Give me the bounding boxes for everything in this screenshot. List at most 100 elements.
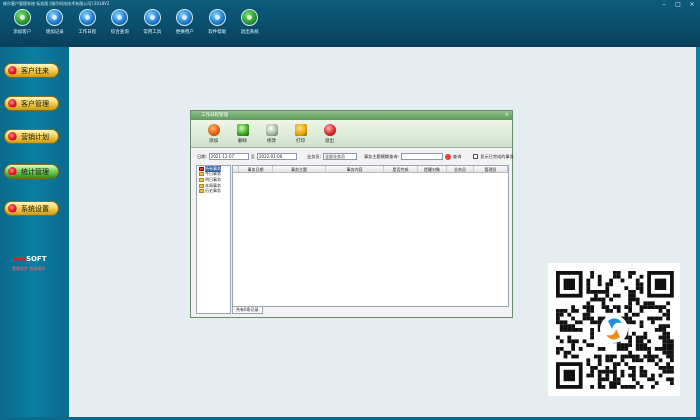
toolbar-label: 添加客户: [13, 30, 32, 35]
column-header[interactable]: 事务日期: [239, 166, 273, 172]
folder-icon: [199, 177, 204, 182]
search-button[interactable]: 查询: [453, 154, 461, 160]
search-icon[interactable]: [444, 153, 451, 160]
bullet-icon: [8, 66, 17, 75]
sidebar-item-customer-management[interactable]: 客户管理: [4, 96, 59, 111]
dialog-titlebar[interactable]: 工作日程管理 ×: [191, 111, 512, 120]
help-icon: [208, 9, 226, 26]
delete-icon: [236, 124, 249, 136]
sidebar-item-system-settings[interactable]: 系统设置: [4, 201, 59, 216]
button-label: 删除: [238, 139, 247, 144]
tree-item-history[interactable]: 历史事务: [197, 188, 230, 194]
folder-icon: [199, 189, 204, 194]
exit-icon: [241, 9, 259, 26]
sidebar-item-label: 系统设置: [21, 204, 49, 213]
button-label: 退出: [325, 139, 334, 144]
bullet-icon: [8, 132, 17, 141]
sidebar-item-customer-contact[interactable]: 客户往来: [4, 63, 59, 78]
add-button[interactable]: 添加: [199, 120, 228, 147]
exit-button[interactable]: 退出: [315, 120, 344, 147]
tree-item-label: 历史事务: [205, 188, 221, 194]
subject-label: 事务主题模糊查询:: [363, 153, 399, 159]
toolbar-label: 退出系统: [240, 30, 259, 35]
date-from-input[interactable]: 2021-12-07: [208, 153, 249, 160]
subject-search-input[interactable]: [400, 153, 443, 160]
print-button[interactable]: 打印: [286, 120, 315, 147]
maximize-button[interactable]: □: [672, 0, 684, 9]
dialog-toolbar: 添加 删除 修改 打印 退出: [191, 120, 512, 148]
folder-icon: [199, 172, 204, 177]
toolbar-label: 软件帮助: [208, 30, 227, 35]
tools-icon: [143, 9, 161, 26]
sidebar-item-label: 营销计划: [21, 132, 49, 141]
owner-label: 业务员:: [307, 153, 321, 159]
column-header[interactable]: 提醒对象: [418, 166, 447, 172]
toolbar-label: 常用工具: [143, 30, 162, 35]
column-header[interactable]: 业务员: [447, 166, 474, 172]
sidebar-item-label: 客户管理: [21, 99, 49, 108]
table-header: 事务日期 事务主题 事务内容 是否完成 提醒对象 业务员 管理员: [233, 166, 508, 173]
show-done-checkbox[interactable]: [473, 154, 479, 159]
toolbar-label: 综合查询: [110, 30, 129, 35]
filter-row: 日期: 2021-12-07 至 2022-01-06 业务员: 全部业务员 事…: [197, 152, 514, 161]
toolbar-switch-user[interactable]: 更换用户: [169, 9, 202, 35]
exit-icon: [323, 124, 336, 136]
brand-logo: wwSOFT: [13, 255, 47, 263]
sidebar-item-statistics[interactable]: 统计管理: [4, 164, 59, 179]
column-header[interactable]: 事务内容: [326, 166, 384, 172]
toolbar-label: 更换用户: [175, 30, 194, 35]
bullet-icon: [8, 167, 17, 176]
button-label: 添加: [209, 139, 218, 144]
table-footer: 共有0条记录: [232, 307, 509, 314]
owner-select[interactable]: 全部业务员: [322, 153, 357, 160]
toolbar-query[interactable]: 综合查询: [104, 9, 137, 35]
toolbar-exit[interactable]: 退出系统: [234, 9, 267, 35]
dialog-close-button[interactable]: ×: [505, 111, 509, 120]
app-title: 维尔客户管理系统 标准版 [维尔科技技术有限公司] 2018V2: [3, 1, 110, 6]
qr-code: [548, 263, 680, 396]
logo-prefix: ww: [13, 255, 26, 263]
toolbar-schedule[interactable]: 工作日程: [71, 9, 104, 35]
right-edge: [696, 47, 700, 420]
record-count: 共有0条记录: [232, 307, 263, 314]
date-label: 日期:: [197, 153, 207, 159]
category-tree: 所有事务 今日事务 明日事务 本周事务 历史事务: [196, 165, 231, 314]
qr-code-image: [548, 263, 680, 396]
close-button[interactable]: ×: [686, 0, 698, 9]
main-toolbar: 添加客户 增加记录 工作日程 综合查询 常用工具 更换用户 软件帮助 退出系统: [6, 9, 266, 35]
sidebar: 客户往来 客户管理 营销计划 统计管理 系统设置 wwSOFT 管理软件 首选维…: [0, 47, 69, 420]
toolbar-add-record[interactable]: 增加记录: [39, 9, 72, 35]
app-header: 维尔客户管理系统 标准版 [维尔科技技术有限公司] 2018V2 – □ × 添…: [0, 0, 700, 47]
toolbar-tools[interactable]: 常用工具: [136, 9, 169, 35]
brand-slogan: 管理软件 首选维尔: [12, 266, 46, 271]
delete-button[interactable]: 删除: [228, 120, 257, 147]
toolbar-label: 增加记录: [45, 30, 64, 35]
column-header[interactable]: 管理员: [474, 166, 508, 172]
print-icon: [294, 124, 307, 136]
dialog-title: 工作日程管理: [201, 113, 228, 118]
edit-button[interactable]: 修改: [257, 120, 286, 147]
date-to-input[interactable]: 2022-01-06: [257, 153, 297, 160]
button-label: 打印: [296, 139, 305, 144]
toolbar-help[interactable]: 软件帮助: [201, 9, 234, 35]
add-record-icon: [46, 9, 64, 26]
bullet-icon: [8, 204, 17, 213]
toolbar-label: 工作日程: [78, 30, 97, 35]
to-label: 至: [250, 153, 255, 159]
bullet-icon: [8, 99, 17, 108]
column-header[interactable]: 事务主题: [273, 166, 326, 172]
button-label: 修改: [267, 139, 276, 144]
folder-icon: [199, 166, 204, 171]
switch-user-icon: [176, 9, 194, 26]
query-icon: [111, 9, 129, 26]
edit-icon: [265, 124, 278, 136]
sidebar-item-label: 统计管理: [21, 167, 49, 176]
folder-icon: [199, 183, 204, 188]
minimize-button[interactable]: –: [658, 0, 670, 9]
toolbar-add-customer[interactable]: 添加客户: [6, 9, 39, 35]
schedule-dialog: 工作日程管理 × 添加 删除 修改 打印 退出 日期: 2021-12-07 至…: [190, 110, 514, 318]
add-customer-icon: [13, 9, 31, 26]
column-header[interactable]: 是否完成: [384, 166, 418, 172]
sidebar-item-marketing-plan[interactable]: 营销计划: [4, 129, 59, 144]
window-controls: – □ ×: [658, 0, 698, 9]
